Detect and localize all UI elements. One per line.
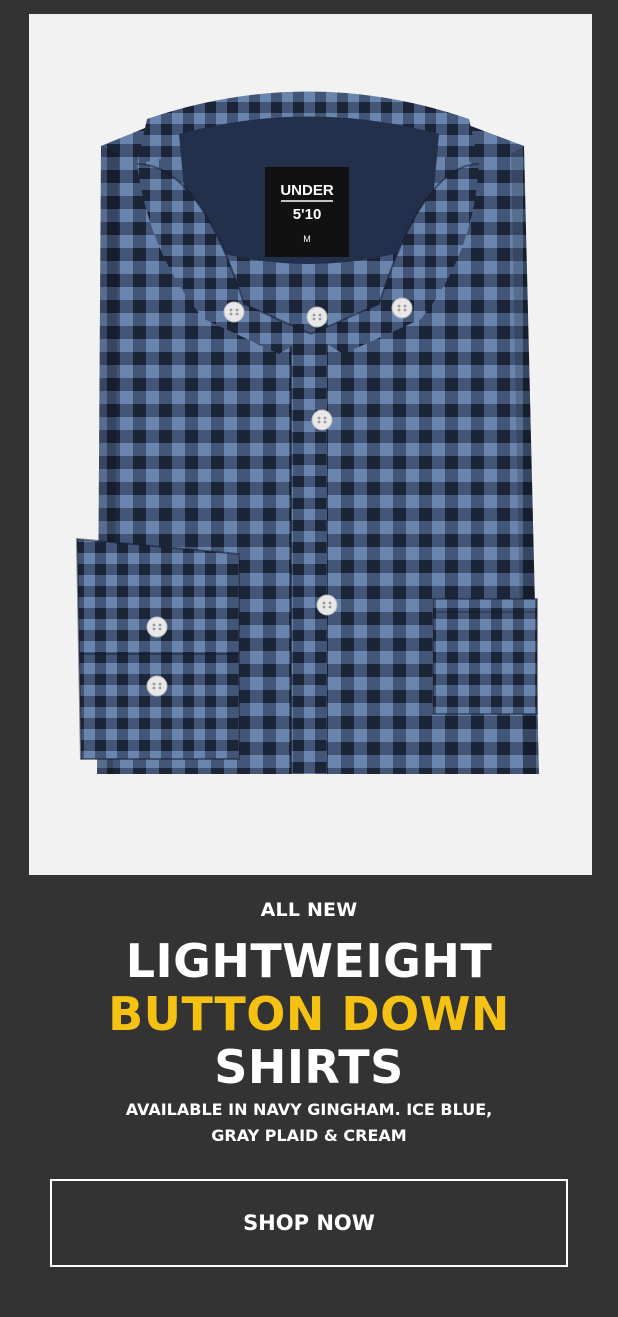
headline-line-2-accent: BUTTON DOWN xyxy=(108,987,510,1041)
brand-label: UNDER 5'10 M xyxy=(265,167,349,257)
headline-line-1: LIGHTWEIGHT xyxy=(125,934,493,988)
shop-now-button[interactable]: SHOP NOW xyxy=(50,1179,568,1267)
kicker-text: ALL NEW xyxy=(260,899,358,921)
brand-label-line1: UNDER xyxy=(280,182,334,199)
shop-now-label: SHOP NOW xyxy=(243,1211,375,1235)
shirt-illustration: UNDER 5'10 M xyxy=(75,91,539,774)
headline: LIGHTWEIGHT BUTTON DOWN SHIRTS xyxy=(0,935,618,1094)
headline-line-3: SHIRTS xyxy=(214,1040,404,1094)
availability-text: AVAILABLE IN NAVY GINGHAM. ICE BLUE, GRA… xyxy=(0,1097,618,1149)
shirt-cuff xyxy=(75,537,240,760)
brand-label-line2: 5'10 xyxy=(293,206,322,223)
shirt-placket xyxy=(291,324,327,774)
availability-line-1: AVAILABLE IN NAVY GINGHAM. ICE BLUE, xyxy=(125,1100,493,1119)
size-label: M xyxy=(303,234,311,244)
product-image[interactable]: UNDER 5'10 M xyxy=(29,14,592,875)
availability-line-2: GRAY PLAID & CREAM xyxy=(211,1126,407,1145)
shirt-pocket xyxy=(432,598,538,715)
